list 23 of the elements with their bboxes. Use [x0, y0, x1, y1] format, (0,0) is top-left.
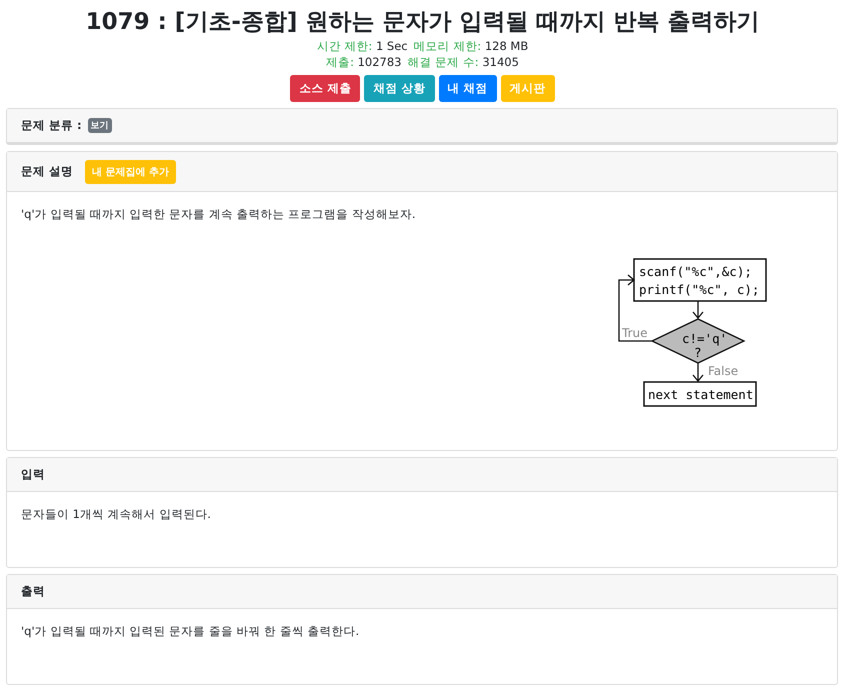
code-box: scanf("%c",&c); printf("%c", c);	[633, 258, 767, 302]
flow-arrow	[692, 300, 704, 320]
meta-text: 시간 제한: 1 Sec	[316, 38, 408, 54]
nav-button[interactable]: 채점 상황	[364, 75, 434, 102]
section-heading: 문제 설명	[21, 164, 74, 179]
section-heading: 입력	[21, 467, 45, 482]
section-text: 문자들이 1개씩 계속해서 입력된다.	[21, 507, 212, 522]
flow-arrow	[692, 362, 704, 382]
meta-text: 해결 문제 수: 31405	[408, 54, 519, 70]
description-text: 'q'가 입력될 때까지 입력한 문자를 계속 출력하는 프로그램을 작성해보자.	[21, 207, 417, 222]
meta-text: 메모리 제한: 128 MB	[414, 38, 528, 54]
show-badge[interactable]: 보기	[88, 118, 112, 133]
decision-diamond: c!='q' ?	[650, 318, 746, 364]
false-label: False	[708, 364, 738, 378]
true-label: True	[622, 326, 648, 340]
section-text: 'q'가 입력될 때까지 입력된 문자를 줄을 바꿔 한 줄씩 출력한다.	[21, 624, 360, 639]
nav-button[interactable]: 소스 제출	[290, 75, 360, 102]
problem-title: 1079 : [기초-종합] 원하는 문자가 입력될 때까지 반복 출력하기	[86, 8, 760, 37]
nav-button[interactable]: 내 채점	[438, 75, 497, 102]
end-box: next statement	[643, 381, 757, 407]
section-heading: 출력	[21, 584, 45, 599]
meta-text: 제출: 102783	[326, 54, 402, 70]
category-label: 문제 분류 :	[21, 118, 82, 133]
